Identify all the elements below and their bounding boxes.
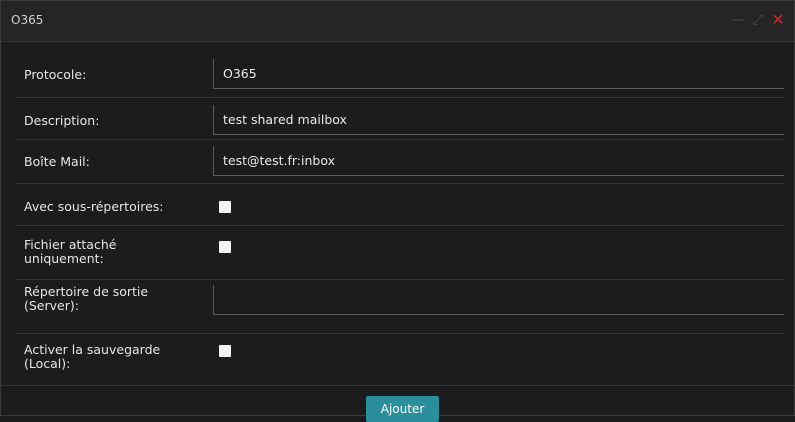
dialog-footer: Ajouter [1, 385, 794, 422]
subfolders-label: Avec sous-répertoires: [24, 199, 164, 214]
window-controls: — ⤢ ✕ [730, 10, 786, 30]
protocol-row: Protocole: O365 [15, 59, 784, 91]
description-label: Description: [24, 113, 100, 128]
attachment-only-row: Fichier attaché uniquement: [15, 233, 784, 273]
output-directory-label-line1: Répertoire de sortie [24, 284, 149, 299]
protocol-field[interactable]: O365 [213, 59, 784, 89]
mailbox-row: Boîte Mail: test@test.fr:inbox [15, 145, 784, 177]
description-row: Description: test shared mailbox [15, 103, 784, 135]
divider [15, 279, 784, 280]
attachment-only-label-line2: uniquement: [24, 251, 104, 266]
add-button[interactable]: Ajouter [366, 396, 439, 422]
divider [15, 139, 784, 140]
dialog-title: O365 [11, 13, 44, 27]
attachment-only-label-line1: Fichier attaché [24, 237, 117, 252]
subfolders-checkbox[interactable] [219, 201, 231, 213]
divider [15, 97, 784, 98]
divider [15, 225, 784, 226]
o365-dialog: O365 — ⤢ ✕ Protocole: O365 Description: … [0, 0, 795, 422]
description-field[interactable]: test shared mailbox [213, 105, 784, 135]
output-directory-field[interactable] [213, 285, 784, 315]
attachment-only-checkbox[interactable] [219, 241, 231, 253]
protocol-label: Protocole: [24, 67, 87, 82]
output-directory-row: Répertoire de sortie (Server): [15, 285, 784, 325]
maximize-icon[interactable]: ⤢ [750, 10, 766, 30]
output-directory-label-line2: (Server): [24, 298, 79, 313]
backup-label-line2: (Local): [24, 356, 71, 371]
mailbox-field[interactable]: test@test.fr:inbox [213, 146, 784, 176]
dialog-titlebar[interactable]: O365 — ⤢ ✕ [1, 1, 794, 42]
backup-label-line1: Activer la sauvegarde [24, 342, 161, 357]
divider [15, 183, 784, 184]
divider [15, 333, 784, 334]
minimize-icon[interactable]: — [730, 10, 746, 30]
backup-row: Activer la sauvegarde (Local): [15, 341, 784, 381]
close-icon[interactable]: ✕ [770, 10, 786, 30]
mailbox-label: Boîte Mail: [24, 154, 90, 169]
backup-checkbox[interactable] [219, 345, 231, 357]
subfolders-row: Avec sous-répertoires: [15, 191, 784, 221]
